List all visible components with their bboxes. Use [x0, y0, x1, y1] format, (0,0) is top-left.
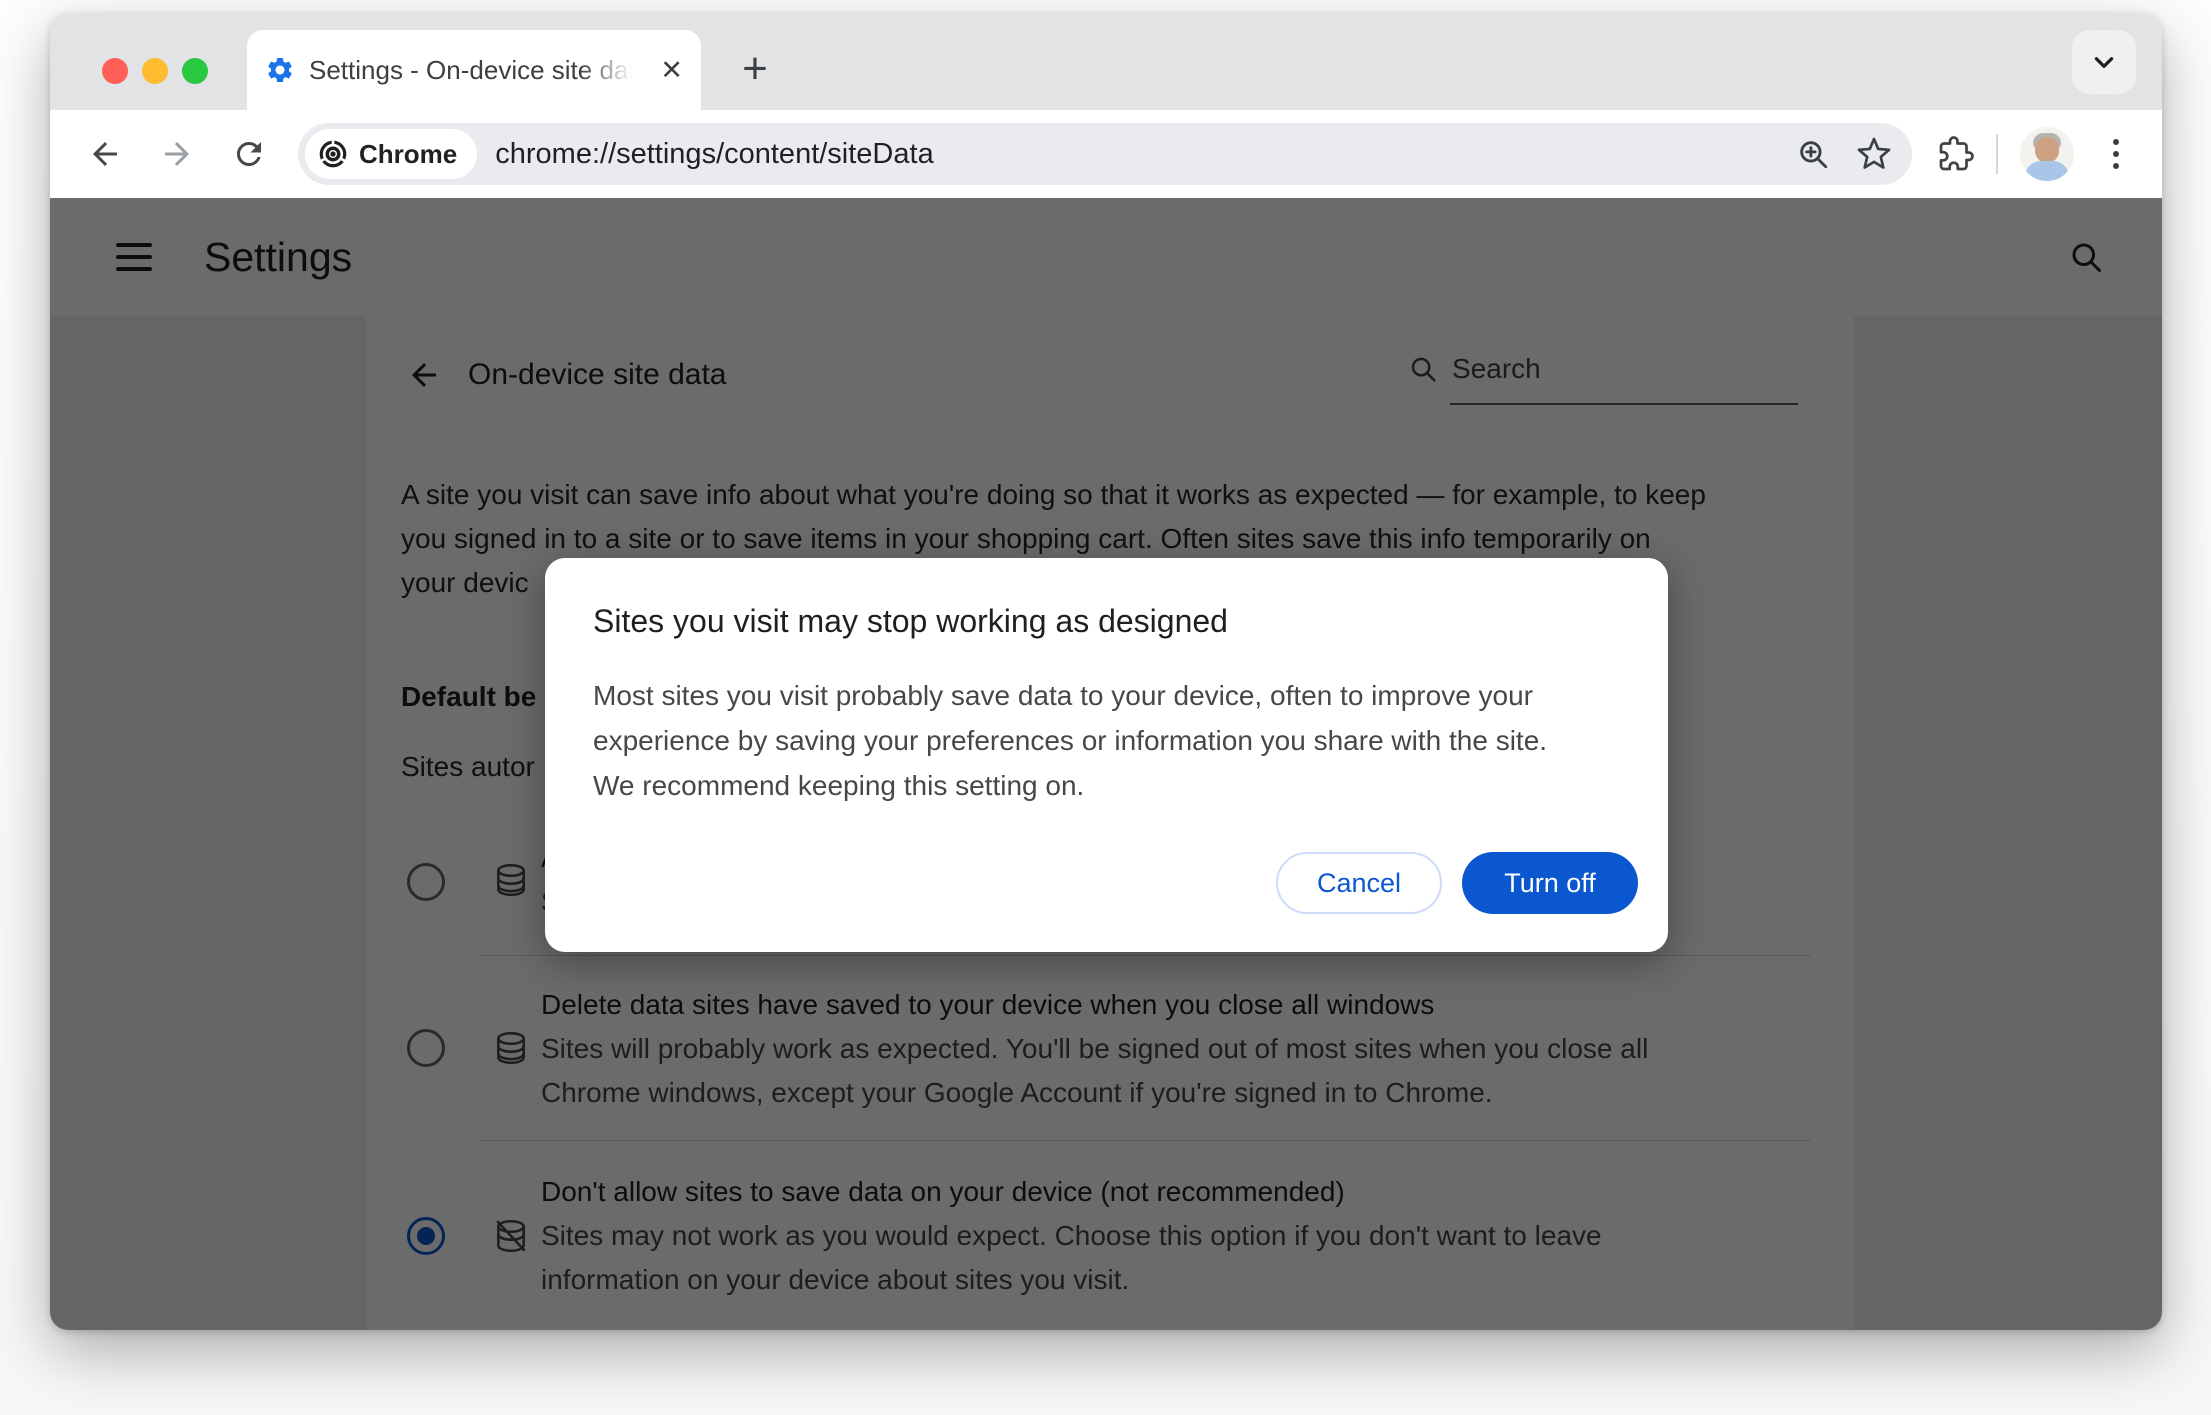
toolbar-divider	[1996, 134, 1998, 174]
dialog-title: Sites you visit may stop working as desi…	[593, 603, 1228, 639]
profile-avatar[interactable]	[2020, 127, 2074, 181]
tab-strip: Settings - On-device site data ✕ +	[50, 14, 2162, 110]
reload-button[interactable]	[216, 121, 282, 187]
minimize-window-button[interactable]	[142, 58, 168, 84]
browser-window: Settings - On-device site data ✕ + Chrom…	[50, 14, 2162, 1330]
traffic-lights	[102, 58, 208, 84]
back-arrow-icon	[93, 142, 117, 166]
browser-toolbar: Chrome chrome://settings/content/siteDat…	[50, 110, 2162, 198]
tab-close-icon[interactable]: ✕	[660, 56, 683, 84]
bookmark-star-icon[interactable]	[1856, 136, 1892, 172]
turn-off-button[interactable]: Turn off	[1462, 852, 1638, 914]
extensions-puzzle-icon[interactable]	[1938, 136, 1974, 172]
back-button[interactable]	[72, 121, 138, 187]
avatar-shirt	[2025, 161, 2069, 181]
site-info-chip[interactable]: Chrome	[305, 129, 478, 179]
settings-page: Settings On-device site data Search	[50, 198, 2162, 1330]
close-window-button[interactable]	[102, 58, 128, 84]
reload-icon	[237, 142, 261, 166]
confirmation-dialog: Sites you visit may stop working as desi…	[545, 558, 1668, 952]
forward-button[interactable]	[144, 121, 210, 187]
chrome-badge-label: Chrome	[359, 138, 458, 169]
tab-search-chevron-button[interactable]	[2072, 30, 2136, 94]
chevron-down-icon	[2094, 57, 2114, 68]
forward-arrow-icon	[165, 142, 189, 166]
avatar-face	[2035, 137, 2059, 163]
browser-menu-kebab-icon[interactable]	[2096, 139, 2136, 169]
chrome-logo-icon	[319, 140, 347, 168]
zoom-window-button[interactable]	[182, 58, 208, 84]
dialog-actions: Cancel Turn off	[1276, 852, 1638, 914]
address-bar[interactable]: Chrome chrome://settings/content/siteDat…	[298, 123, 1912, 185]
cancel-button[interactable]: Cancel	[1276, 852, 1442, 914]
url-text: chrome://settings/content/siteData	[495, 137, 934, 170]
tab-settings[interactable]: Settings - On-device site data ✕	[247, 30, 701, 110]
dialog-body: Most sites you visit probably save data …	[593, 680, 1548, 801]
new-tab-button[interactable]: +	[722, 36, 788, 102]
tab-title: Settings - On-device site data	[309, 54, 639, 85]
zoom-page-icon[interactable]	[1796, 137, 1830, 171]
settings-gear-favicon-icon	[265, 55, 295, 85]
